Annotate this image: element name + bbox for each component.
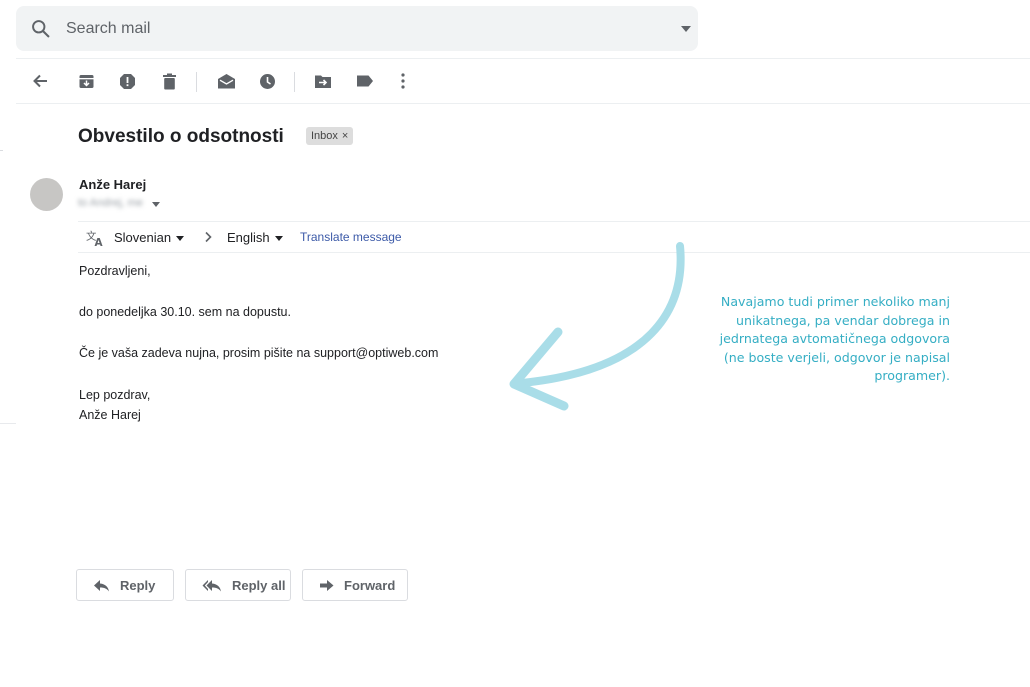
inbox-label-chip[interactable]: Inbox × [306, 127, 354, 145]
archive-button[interactable] [75, 70, 97, 92]
translate-bar-divider [78, 221, 1030, 222]
forward-label: Forward [344, 577, 396, 593]
translate-icon: 文 A [86, 229, 104, 247]
reply-icon [94, 579, 109, 591]
forward-button[interactable]: Forward [302, 569, 408, 601]
more-options-button[interactable] [392, 70, 414, 92]
body-signature: Anže Harej [79, 408, 141, 422]
report-spam-button[interactable] [116, 70, 138, 92]
panel-edge [0, 150, 3, 151]
body-line: do ponedeljka 30.10. sem na dopustu. [79, 305, 291, 319]
more-options-icon [401, 73, 405, 89]
snooze-button[interactable] [256, 70, 278, 92]
annotation-line: programer). [874, 368, 950, 383]
reply-all-label: Reply all [232, 577, 286, 593]
toolbar-divider [16, 103, 1030, 104]
reply-button[interactable]: Reply [76, 569, 174, 601]
annotation-line: unikatnega, pa vendar dobrega in [736, 312, 950, 328]
chevron-down-icon[interactable] [275, 236, 283, 241]
reply-label: Reply [120, 577, 156, 593]
label-icon [357, 75, 373, 87]
search-bar[interactable] [16, 6, 698, 51]
remove-label-button[interactable]: × [342, 130, 348, 142]
translate-message-link[interactable]: Translate message [300, 230, 402, 244]
search-input[interactable] [66, 18, 626, 40]
mark-unread-icon [217, 73, 235, 88]
body-greeting: Pozdravljeni, [79, 264, 151, 278]
sender-name[interactable]: Anže Harej [79, 177, 146, 192]
label-chip-text: Inbox [311, 130, 338, 142]
show-details-icon[interactable] [152, 202, 160, 207]
message-toolbar [16, 60, 436, 102]
source-language-select[interactable]: Slovenian [114, 230, 171, 245]
forward-icon [320, 579, 334, 591]
svg-text:A: A [95, 237, 104, 247]
body-line: Če je vaša zadeva nujna, prosim pišite n… [79, 346, 439, 360]
body-closing: Lep pozdrav, [79, 388, 151, 402]
back-arrow-icon [33, 74, 47, 88]
annotation-line: (ne boste verjeli, odgovor je napisal [723, 349, 950, 365]
annotation-line: Navajamo tudi primer nekoliko manj [720, 294, 950, 309]
mark-unread-button[interactable] [215, 70, 237, 92]
report-spam-icon [119, 73, 135, 89]
chevron-down-icon[interactable] [176, 236, 184, 241]
snooze-icon [259, 73, 275, 89]
annotation-arrow [509, 242, 685, 411]
panel-edge [0, 423, 16, 424]
recipient-details[interactable]: to Andrej, me [78, 197, 143, 209]
reply-all-icon [202, 579, 221, 591]
search-options-dropdown-icon[interactable] [680, 25, 692, 33]
archive-icon [79, 74, 93, 88]
back-button[interactable] [29, 70, 51, 92]
annotation-line: jedrnatega avtomatičnega odgovora [719, 331, 950, 346]
move-to-button[interactable] [312, 70, 334, 92]
delete-button[interactable] [158, 70, 180, 92]
reply-all-button[interactable]: Reply all [185, 569, 291, 601]
delete-icon [162, 73, 176, 89]
email-subject: Obvestilo o odsotnosti [78, 126, 284, 147]
annotation-note: Navajamo tudi primer nekoliko manj unika… [688, 293, 950, 386]
toolbar-separator [196, 72, 197, 92]
labels-button[interactable] [354, 70, 376, 92]
toolbar-separator [294, 72, 295, 92]
sender-avatar[interactable] [30, 178, 63, 211]
target-language-select[interactable]: English [227, 230, 270, 245]
move-to-icon [315, 75, 331, 88]
search-icon[interactable] [30, 18, 51, 39]
chevron-right-icon [205, 231, 212, 243]
header-divider [16, 58, 1030, 59]
